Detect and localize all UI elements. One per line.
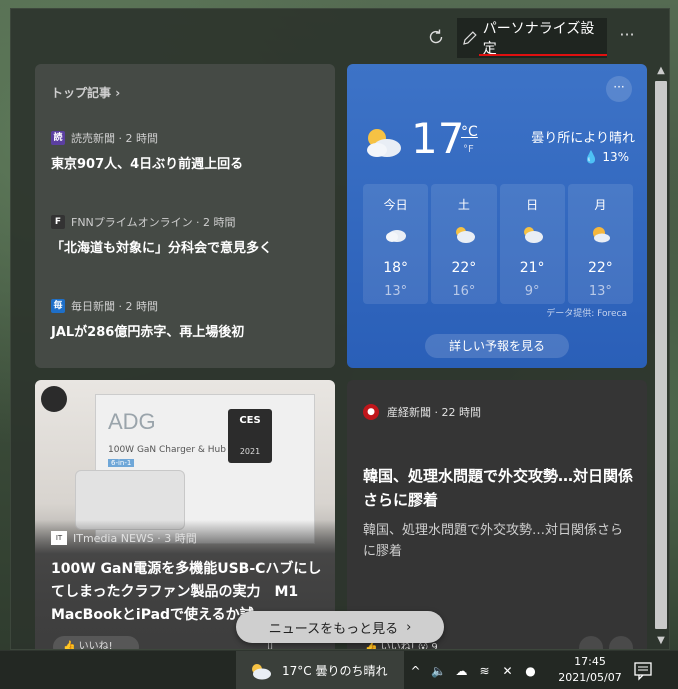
refresh-button[interactable] (424, 25, 448, 49)
partly-cloudy-icon (367, 129, 401, 157)
story-source: 読売新聞 · 2 時間 (71, 132, 158, 145)
panel-header: パーソナライズ設定 ··· (11, 9, 669, 61)
speaker-icon[interactable]: 🔈 (427, 651, 450, 689)
wifi-icon[interactable]: ≋ (473, 651, 496, 689)
clock-date: 2021/05/07 (558, 671, 622, 684)
article-card-itmedia[interactable]: ADG 100W GaN Charger & Hub 6-in-1 CES 20… (35, 380, 335, 649)
article-more-button[interactable] (609, 636, 633, 649)
taskbar-weather-button[interactable]: 17°C 曇りのち晴れ (236, 651, 404, 689)
scroll-down-icon[interactable]: ▼ (653, 633, 669, 649)
raindrop-icon: 💧 (583, 150, 599, 164)
story-source: 毎日新聞 · 2 時間 (71, 300, 158, 313)
scroll-up-icon[interactable]: ▲ (653, 63, 669, 79)
top-stories-header[interactable]: トップ記事 › (51, 84, 120, 101)
article-card-sankei[interactable]: ● 産経新聞 · 22 時間 韓国、処理水問題で外交攻勢…対日関係さらに膠着 韓国… (347, 380, 647, 649)
close-app-icon[interactable]: ✕ (496, 651, 519, 689)
scroll-thumb[interactable] (655, 81, 667, 629)
story-headline: 「北海道も対象に」分科会で意見多く (51, 241, 273, 256)
current-temperature: 17 (411, 114, 465, 163)
weather-credit: データ提供: Foreca (546, 309, 627, 319)
edge-icon[interactable]: ● (519, 651, 542, 689)
personalize-button[interactable]: パーソナライズ設定 (457, 18, 607, 58)
story-item[interactable]: 読読売新聞 · 2 時間 東京907人、4日ぶり前週上回る (51, 130, 326, 172)
clock[interactable]: 17:45 2021/05/07 (558, 654, 622, 686)
precipitation: 💧 13% (583, 150, 629, 164)
top-stories-card: トップ記事 › 読読売新聞 · 2 時間 東京907人、4日ぶり前週上回る FF… (35, 64, 335, 368)
yomiuri-icon: 読 (51, 131, 65, 145)
pencil-icon (463, 31, 477, 45)
forecast-day[interactable]: 今日 18° 13° (363, 184, 429, 304)
fnn-icon: F (51, 215, 65, 229)
partly-cloudy-icon (524, 227, 544, 243)
story-headline: 東京907人、4日ぶり前週上回る (51, 157, 244, 172)
forecast-row: 今日 18° 13° 土 22° 16° 日 21° 9° 月 22° 13° (363, 184, 633, 304)
weather-more-button[interactable]: ··· (606, 76, 632, 102)
chevron-up-icon[interactable]: ^ (404, 651, 427, 689)
scrollbar[interactable]: ▲ ▼ (653, 63, 669, 649)
more-news-button[interactable]: ニュースをもっと見る › (236, 611, 444, 643)
sun-cloud-icon (593, 227, 611, 243)
forecast-day[interactable]: 日 21° 9° (499, 184, 565, 304)
partly-cloudy-icon (252, 663, 271, 679)
itmedia-icon: IT (51, 531, 67, 545)
weather-card[interactable]: ··· 17 °C °F 曇り所により晴れ 💧 13% 今日 18° 13° 土… (347, 64, 647, 368)
widgets-panel: パーソナライズ設定 ··· トップ記事 › 読読売新聞 · 2 時間 東京907… (10, 8, 670, 650)
personalize-label: パーソナライズ設定 (482, 21, 595, 57)
personalize-underline (479, 54, 607, 56)
story-item[interactable]: F FNNプライムオンライン · 2 時間 「北海道も対象に」分科会で意見多く (51, 214, 326, 256)
system-tray: ^ 🔈 ☁ ≋ ✕ ● (404, 651, 542, 689)
detailed-forecast-button[interactable]: 詳しい予報を見る (425, 334, 569, 358)
weather-condition: 曇り所により晴れ (531, 131, 635, 146)
refresh-icon (429, 29, 443, 44)
ces-badge: CES 2021 (228, 409, 272, 463)
apple-icon (41, 386, 67, 412)
sankei-icon: ● (363, 404, 379, 420)
taskbar-weather-text: 17°C 曇りのち晴れ (282, 664, 388, 678)
story-headline: JALが286億円赤字、再上場後初 (51, 325, 245, 340)
mainichi-icon: 毎 (51, 299, 65, 313)
partly-cloudy-icon (455, 227, 475, 243)
story-item[interactable]: 毎毎日新聞 · 2 時間 JALが286億円赤字、再上場後初 (51, 298, 326, 340)
cloudy-icon (385, 230, 406, 242)
article-title: 韓国、処理水問題で外交攻勢…対日関係さらに膠着 (363, 467, 634, 509)
notification-icon[interactable] (632, 659, 654, 681)
article-source: IT ITmedia NEWS · 3 時間 (51, 530, 197, 546)
article-source: ● 産経新聞 · 22 時間 (363, 404, 481, 420)
story-source: FNNプライムオンライン · 2 時間 (71, 216, 236, 229)
clock-time: 17:45 (574, 655, 606, 668)
forecast-day[interactable]: 土 22° 16° (431, 184, 497, 304)
chevron-right-icon: › (406, 619, 412, 635)
forecast-day[interactable]: 月 22° 13° (567, 184, 633, 304)
taskbar: 17°C 曇りのち晴れ ^ 🔈 ☁ ≋ ✕ ● 17:45 2021/05/07 (0, 650, 678, 689)
like-button[interactable]: 👍 いいね! (53, 636, 139, 649)
celsius-toggle[interactable]: °C (461, 124, 478, 140)
article-description: 韓国、処理水問題で外交攻勢…対日関係さらに膠着 (363, 523, 624, 559)
panel-more-button[interactable]: ··· (615, 25, 639, 49)
onedrive-icon[interactable]: ☁ (450, 651, 473, 689)
fahrenheit-toggle[interactable]: °F (463, 144, 474, 155)
save-button[interactable] (579, 636, 603, 649)
